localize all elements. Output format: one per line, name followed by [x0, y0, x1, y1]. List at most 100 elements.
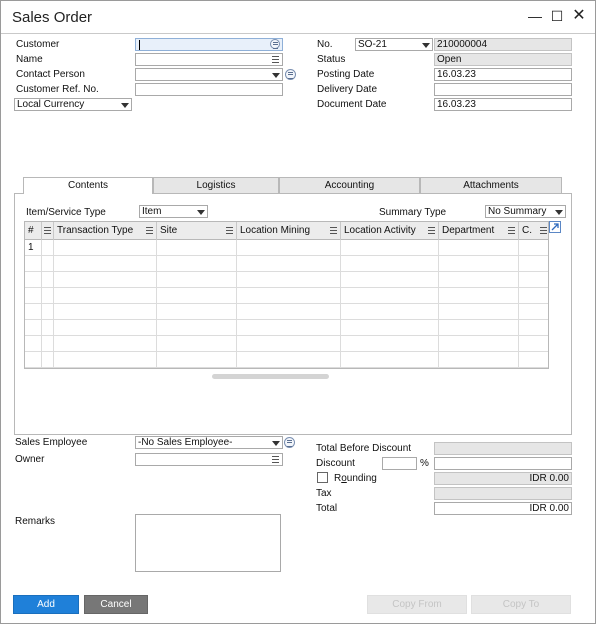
table-cell[interactable]	[42, 336, 54, 352]
table-cell[interactable]	[519, 352, 548, 368]
col-header-site[interactable]: Site	[157, 222, 237, 240]
table-cell[interactable]	[237, 272, 341, 288]
close-icon[interactable]: ✕	[569, 7, 589, 27]
horizontal-scrollbar[interactable]	[212, 374, 329, 379]
table-cell[interactable]	[54, 336, 157, 352]
col-header-number[interactable]: #	[25, 222, 42, 240]
table-cell[interactable]	[54, 304, 157, 320]
copy-to-button[interactable]: Copy To	[471, 595, 571, 614]
table-cell[interactable]	[54, 240, 157, 256]
currency-select[interactable]: Local Currency	[14, 98, 132, 111]
col-header-location-activity[interactable]: Location Activity	[341, 222, 439, 240]
table-cell[interactable]	[42, 304, 54, 320]
delivery-date-field[interactable]	[434, 83, 572, 96]
tab-contents[interactable]: Contents	[23, 177, 153, 194]
table-row[interactable]	[25, 272, 548, 288]
table-cell[interactable]	[341, 352, 439, 368]
series-select[interactable]: SO-21	[355, 38, 433, 51]
table-row[interactable]	[25, 352, 548, 368]
table-cell[interactable]	[157, 336, 237, 352]
sales-employee-list-icon[interactable]	[284, 437, 295, 448]
sales-employee-select[interactable]: -No Sales Employee-	[135, 436, 283, 449]
table-row[interactable]	[25, 320, 548, 336]
table-cell[interactable]	[519, 304, 548, 320]
table-cell[interactable]	[237, 352, 341, 368]
table-cell[interactable]	[439, 240, 519, 256]
table-cell[interactable]	[237, 304, 341, 320]
table-cell[interactable]	[519, 336, 548, 352]
rounding-checkbox[interactable]	[317, 472, 328, 483]
table-cell[interactable]	[157, 320, 237, 336]
posting-date-field[interactable]: 16.03.23	[434, 68, 572, 81]
table-row[interactable]	[25, 256, 548, 272]
customer-list-icon[interactable]	[270, 39, 280, 49]
table-cell[interactable]	[54, 272, 157, 288]
expand-icon[interactable]	[549, 221, 561, 233]
col-header-transaction-type[interactable]: Transaction Type	[54, 222, 157, 240]
table-cell[interactable]	[519, 320, 548, 336]
table-cell[interactable]	[42, 320, 54, 336]
table-cell[interactable]	[341, 304, 439, 320]
table-cell[interactable]	[42, 352, 54, 368]
contact-person-select[interactable]	[135, 68, 283, 81]
cancel-button[interactable]: Cancel	[84, 595, 148, 614]
table-cell[interactable]	[237, 288, 341, 304]
table-cell[interactable]	[341, 320, 439, 336]
col-header-location-mining[interactable]: Location Mining	[237, 222, 341, 240]
table-cell[interactable]	[157, 240, 237, 256]
table-cell[interactable]	[439, 304, 519, 320]
tab-accounting[interactable]: Accounting	[279, 177, 420, 193]
col-header-c[interactable]: C.	[519, 222, 548, 240]
table-row[interactable]	[25, 288, 548, 304]
table-cell[interactable]	[439, 256, 519, 272]
table-cell[interactable]	[237, 336, 341, 352]
tab-attachments[interactable]: Attachments	[420, 177, 562, 193]
discount-percent-field[interactable]	[382, 457, 417, 470]
minimize-icon[interactable]: —	[525, 7, 545, 27]
table-cell[interactable]	[341, 240, 439, 256]
summary-type-select[interactable]: No Summary	[485, 205, 566, 218]
customer-ref-field[interactable]	[135, 83, 283, 96]
table-cell[interactable]	[439, 272, 519, 288]
remarks-textarea[interactable]	[135, 514, 281, 572]
maximize-icon[interactable]: ☐	[547, 7, 567, 27]
table-cell[interactable]	[439, 352, 519, 368]
table-cell[interactable]	[439, 288, 519, 304]
table-cell[interactable]	[519, 256, 548, 272]
col-header-menu[interactable]	[42, 222, 54, 240]
table-cell[interactable]	[157, 352, 237, 368]
table-cell[interactable]	[519, 240, 548, 256]
col-header-department[interactable]: Department	[439, 222, 519, 240]
table-cell[interactable]	[237, 320, 341, 336]
table-cell[interactable]	[42, 256, 54, 272]
table-cell[interactable]	[54, 256, 157, 272]
table-cell[interactable]	[42, 272, 54, 288]
table-cell[interactable]	[519, 288, 548, 304]
customer-field[interactable]	[135, 38, 283, 51]
table-cell[interactable]	[157, 256, 237, 272]
table-cell[interactable]	[54, 320, 157, 336]
copy-from-button[interactable]: Copy From	[367, 595, 467, 614]
table-cell[interactable]	[54, 352, 157, 368]
owner-field[interactable]	[135, 453, 283, 466]
table-cell[interactable]	[42, 240, 54, 256]
table-cell[interactable]	[157, 272, 237, 288]
table-cell[interactable]	[157, 288, 237, 304]
table-cell[interactable]	[42, 288, 54, 304]
table-cell[interactable]	[54, 288, 157, 304]
table-cell[interactable]	[237, 240, 341, 256]
table-row[interactable]	[25, 304, 548, 320]
table-cell[interactable]	[341, 288, 439, 304]
table-cell[interactable]	[341, 272, 439, 288]
item-service-type-select[interactable]: Item	[139, 205, 208, 218]
table-cell[interactable]	[157, 304, 237, 320]
add-button[interactable]: Add	[13, 595, 79, 614]
table-cell[interactable]	[439, 320, 519, 336]
list-icon[interactable]	[272, 456, 279, 463]
contact-person-list-icon[interactable]	[285, 69, 296, 80]
table-cell[interactable]	[341, 336, 439, 352]
table-cell[interactable]	[439, 336, 519, 352]
table-cell[interactable]	[341, 256, 439, 272]
name-field[interactable]	[135, 53, 283, 66]
table-row[interactable]: 1	[25, 240, 548, 256]
